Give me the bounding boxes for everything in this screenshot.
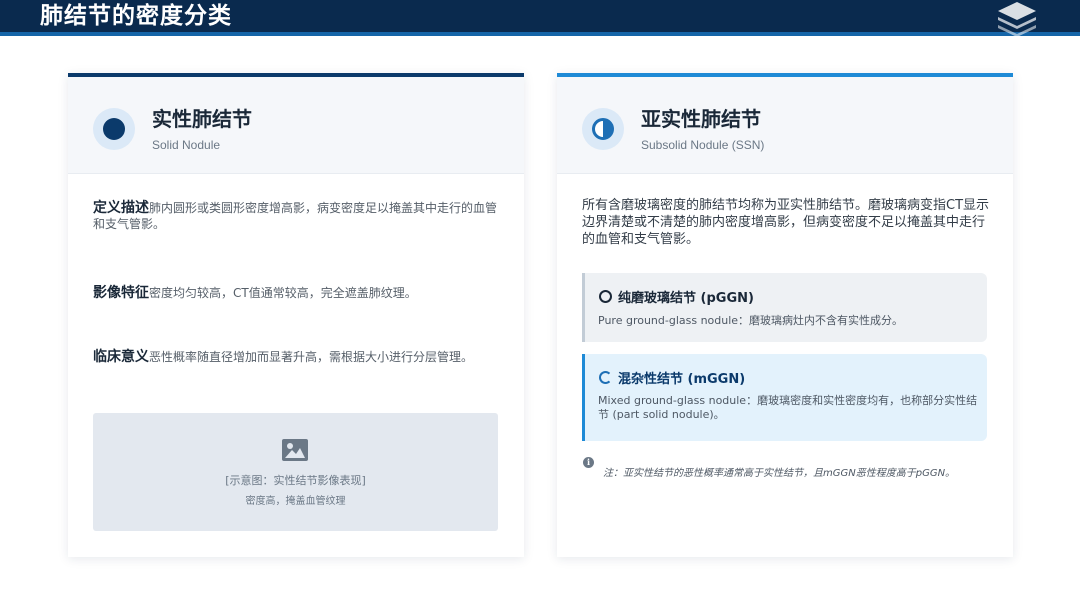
card-header: 实性肺结节 Solid Nodule xyxy=(68,77,524,174)
pggn-title: 纯磨玻璃结节 (pGGN) xyxy=(618,291,754,306)
imaging-feature-label: 影像特征 xyxy=(93,285,149,301)
subsolid-intro: 所有含磨玻璃密度的肺结节均称为亚实性肺结节。磨玻璃病变指CT显示边界清楚或不清楚… xyxy=(582,198,990,247)
image-icon xyxy=(282,439,308,461)
placeholder-caption: [示意图：实性结节影像表现] xyxy=(225,474,366,487)
clinical-significance-label: 临床意义 xyxy=(93,349,149,365)
footnote: 注：亚实性结节的恶性概率通常高于实性结节，且mGGN恶性程度高于pGGN。 xyxy=(603,468,956,479)
solid-nodule-card: 实性肺结节 Solid Nodule 定义描述肺内圆形或类圆形密度增高影，病变密… xyxy=(68,73,524,557)
ring-icon xyxy=(599,290,612,303)
mggn-title: 混杂性结节 (mGGN) xyxy=(618,372,746,387)
imaging-feature-item: 影像特征密度均匀较高，CT值通常较高，完全遮盖肺纹理。 xyxy=(93,285,503,301)
clinical-significance-text: 恶性概率随直径增加而显著升高，需根据大小进行分层管理。 xyxy=(149,350,474,364)
subsolid-nodule-card: 亚实性肺结节 Subsolid Nodule (SSN) 所有含磨玻璃密度的肺结… xyxy=(557,73,1013,557)
imaging-feature-text: 密度均匀较高，CT值通常较高，完全遮盖肺纹理。 xyxy=(149,286,417,300)
illustration-placeholder: [示意图：实性结节影像表现] 密度高，掩盖血管纹理 xyxy=(93,413,498,531)
pggn-card: 纯磨玻璃结节 (pGGN) Pure ground-glass nodule：磨… xyxy=(582,273,987,342)
info-icon: i xyxy=(583,457,594,468)
layers-icon xyxy=(998,2,1036,36)
partial-ring-icon xyxy=(599,371,612,384)
half-circle-icon xyxy=(582,108,624,150)
pggn-description: Pure ground-glass nodule：磨玻璃病灶内不含有实性成分。 xyxy=(598,314,904,327)
filled-circle-icon xyxy=(93,108,135,150)
definition-label: 定义描述 xyxy=(93,200,149,216)
card-title: 实性肺结节 xyxy=(152,107,252,131)
page-title: 肺结节的密度分类 xyxy=(40,3,232,29)
placeholder-subcaption: 密度高，掩盖血管纹理 xyxy=(245,496,346,507)
card-title: 亚实性肺结节 xyxy=(641,107,761,131)
title-bar-accent-line xyxy=(0,32,1080,36)
card-subtitle: Solid Nodule xyxy=(152,138,221,152)
card-header: 亚实性肺结节 Subsolid Nodule (SSN) xyxy=(557,77,1013,174)
definition-item: 定义描述肺内圆形或类圆形密度增高影，病变密度足以掩盖其中走行的血管和支气管影。 xyxy=(93,200,503,232)
mggn-card: 混杂性结节 (mGGN) Mixed ground-glass nodule：磨… xyxy=(582,354,987,441)
card-subtitle: Subsolid Nodule (SSN) xyxy=(641,138,765,152)
clinical-significance-item: 临床意义恶性概率随直径增加而显著升高，需根据大小进行分层管理。 xyxy=(93,349,503,365)
mggn-description: Mixed ground-glass nodule：磨玻璃密度和实性密度均有，也… xyxy=(598,394,978,421)
definition-text: 肺内圆形或类圆形密度增高影，病变密度足以掩盖其中走行的血管和支气管影。 xyxy=(93,201,498,231)
